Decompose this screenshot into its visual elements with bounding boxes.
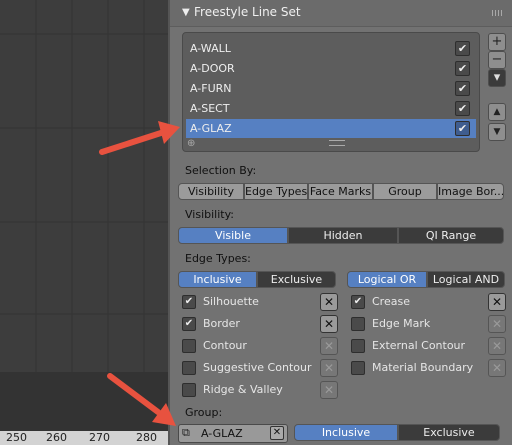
edge-type-label: Border: [203, 317, 240, 330]
tab-edge-types[interactable]: Edge Types: [244, 183, 308, 200]
group-icon: ⧉: [182, 426, 190, 439]
add-lineset-button[interactable]: +: [488, 33, 506, 51]
lineset-checkbox[interactable]: ✔: [455, 81, 470, 96]
tab-image-border[interactable]: Image Bor...: [437, 183, 504, 200]
logical-or-button[interactable]: Logical OR: [347, 271, 427, 288]
edge-type-label: Crease: [372, 295, 410, 308]
edge-types-label: Edge Types:: [185, 252, 251, 265]
suggestive-contour-checkbox[interactable]: [182, 361, 196, 375]
move-up-button[interactable]: ▲: [488, 103, 506, 121]
material-boundary-checkbox[interactable]: [351, 361, 365, 375]
filter-icon[interactable]: ⊕: [187, 138, 195, 149]
edge-type-label: Contour: [203, 339, 247, 352]
lineset-checkbox[interactable]: ✔: [455, 61, 470, 76]
visibility-label: Visibility:: [185, 208, 235, 221]
border-exclude-toggle[interactable]: ✕: [320, 315, 338, 333]
group-value: A-GLAZ: [201, 427, 243, 440]
edge-type-label: Edge Mark: [372, 317, 431, 330]
panel-title: Freestyle Line Set: [194, 5, 301, 19]
list-item[interactable]: A-WALL ✔: [186, 39, 476, 58]
lineset-name: A-SECT: [190, 102, 230, 115]
edge-inclusion-toggle: Inclusive Exclusive: [178, 271, 336, 288]
exclusive-button[interactable]: Exclusive: [257, 271, 336, 288]
contour-exclude-toggle[interactable]: ✕: [320, 337, 338, 355]
group-label: Group:: [185, 406, 223, 419]
move-down-button[interactable]: ▼: [488, 123, 506, 141]
selection-tabs: Visibility Edge Types Face Marks Group I…: [178, 183, 504, 200]
timeline-ruler[interactable]: 250 260 270 280: [0, 431, 168, 445]
edge-row: Ridge & Valley ✕: [170, 381, 512, 399]
lineset-menu-button[interactable]: ▾: [488, 69, 506, 87]
timeline[interactable]: 250 260 270 280: [0, 372, 168, 445]
timeline-tick: 270: [89, 431, 110, 444]
lineset-name: A-GLAZ: [190, 122, 232, 135]
edge-type-label: Ridge & Valley: [203, 383, 283, 396]
tab-face-marks[interactable]: Face Marks: [308, 183, 373, 200]
visible-button[interactable]: Visible: [178, 227, 288, 244]
list-item[interactable]: A-SECT ✔: [186, 99, 476, 118]
list-item[interactable]: A-DOOR ✔: [186, 59, 476, 78]
lineset-name: A-FURN: [190, 82, 232, 95]
border-checkbox[interactable]: ✔: [182, 317, 196, 331]
external-contour-exclude-toggle[interactable]: ✕: [488, 337, 506, 355]
timeline-tick: 280: [136, 431, 157, 444]
external-contour-checkbox[interactable]: [351, 339, 365, 353]
list-item[interactable]: A-FURN ✔: [186, 79, 476, 98]
viewport-grid: [0, 0, 168, 372]
group-inclusive-button[interactable]: Inclusive: [294, 424, 398, 441]
crease-checkbox[interactable]: ✔: [351, 295, 365, 309]
edge-logic-toggle: Logical OR Logical AND: [347, 271, 505, 288]
list-resize-grip[interactable]: [329, 140, 345, 146]
group-inclusion-toggle: Inclusive Exclusive: [294, 424, 500, 441]
qi-range-button[interactable]: QI Range: [398, 227, 504, 244]
ridge-valley-exclude-toggle[interactable]: ✕: [320, 381, 338, 399]
lineset-checkbox[interactable]: ✔: [455, 121, 470, 136]
selection-by-label: Selection By:: [185, 164, 257, 177]
tab-visibility[interactable]: Visibility: [178, 183, 244, 200]
timeline-tick: 250: [6, 431, 27, 444]
edge-type-label: Silhouette: [203, 295, 259, 308]
edge-type-label: Material Boundary: [372, 361, 474, 374]
group-field[interactable]: ⧉ A-GLAZ ✕: [178, 424, 288, 443]
edge-row: Suggestive Contour ✕ Material Boundary ✕: [170, 359, 512, 377]
edge-row: ✔ Silhouette ✕ ✔ Crease ✕: [170, 293, 512, 311]
lineset-checkbox[interactable]: ✔: [455, 41, 470, 56]
clear-group-button[interactable]: ✕: [270, 426, 284, 440]
contour-checkbox[interactable]: [182, 339, 196, 353]
silhouette-exclude-toggle[interactable]: ✕: [320, 293, 338, 311]
lineset-list[interactable]: A-WALL ✔ A-DOOR ✔ A-FURN ✔ A-SECT ✔ A-GL…: [182, 32, 480, 152]
crease-exclude-toggle[interactable]: ✕: [488, 293, 506, 311]
collapse-triangle-icon[interactable]: ▼: [182, 7, 190, 18]
logical-and-button[interactable]: Logical AND: [427, 271, 505, 288]
edge-type-label: External Contour: [372, 339, 466, 352]
remove-lineset-button[interactable]: −: [488, 51, 506, 69]
lineset-name: A-WALL: [190, 42, 231, 55]
edge-row: Contour ✕ External Contour ✕: [170, 337, 512, 355]
silhouette-checkbox[interactable]: ✔: [182, 295, 196, 309]
edge-mark-checkbox[interactable]: [351, 317, 365, 331]
list-item-selected[interactable]: A-GLAZ ✔: [186, 119, 476, 138]
drag-grip-icon[interactable]: [492, 10, 504, 16]
suggestive-contour-exclude-toggle[interactable]: ✕: [320, 359, 338, 377]
edge-mark-exclude-toggle[interactable]: ✕: [488, 315, 506, 333]
tab-group[interactable]: Group: [373, 183, 437, 200]
visibility-options: Visible Hidden QI Range: [178, 227, 504, 244]
lineset-name: A-DOOR: [190, 62, 235, 75]
inclusive-button[interactable]: Inclusive: [178, 271, 257, 288]
properties-panel: ▼ Freestyle Line Set A-WALL ✔ A-DOOR ✔ A…: [168, 0, 512, 445]
group-exclusive-button[interactable]: Exclusive: [398, 424, 500, 441]
timeline-tick: 260: [46, 431, 67, 444]
hidden-button[interactable]: Hidden: [288, 227, 398, 244]
ridge-valley-checkbox[interactable]: [182, 383, 196, 397]
panel-header[interactable]: ▼ Freestyle Line Set: [170, 0, 512, 27]
material-boundary-exclude-toggle[interactable]: ✕: [488, 359, 506, 377]
edge-type-label: Suggestive Contour: [203, 361, 312, 374]
lineset-checkbox[interactable]: ✔: [455, 101, 470, 116]
edge-row: ✔ Border ✕ Edge Mark ✕: [170, 315, 512, 333]
